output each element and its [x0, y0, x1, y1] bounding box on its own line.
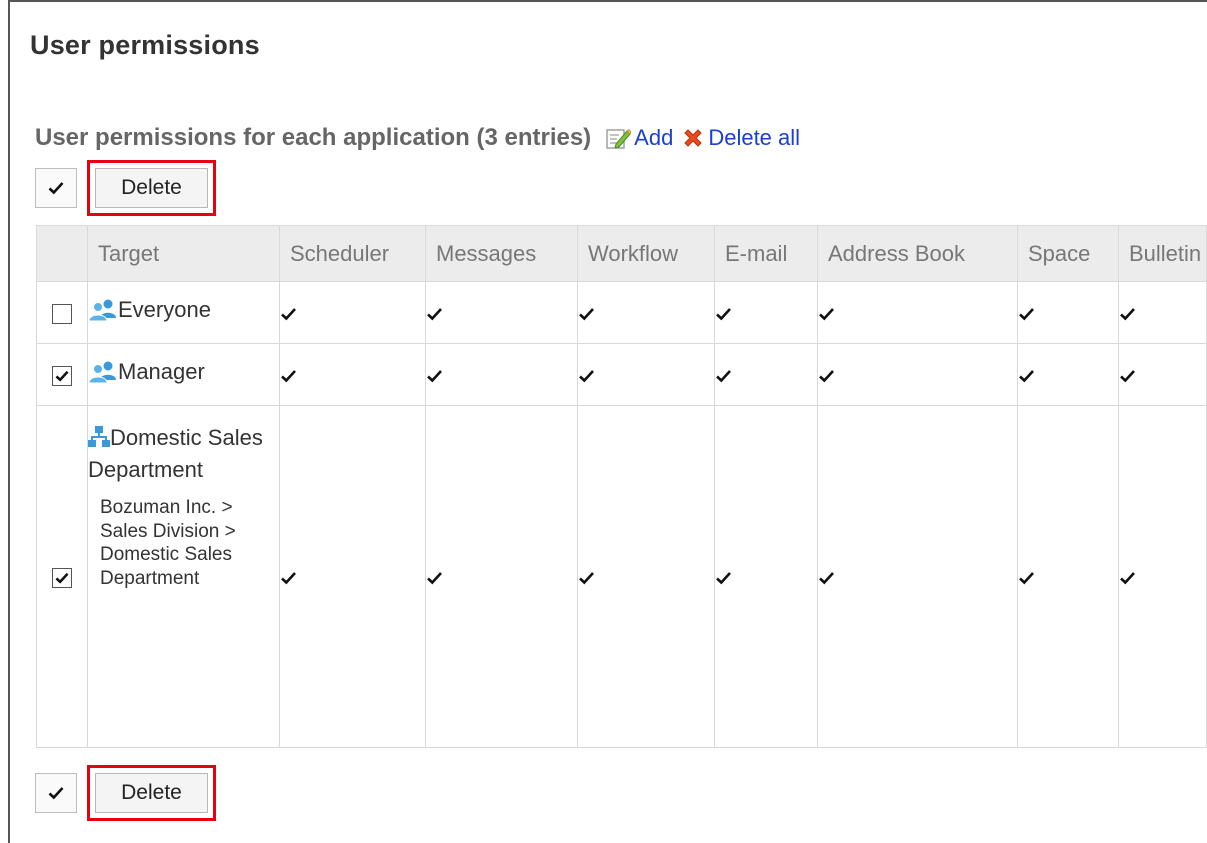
checkmark-icon: [281, 307, 296, 321]
toolbar-top: Delete: [35, 160, 216, 216]
column-header-address-book: Address Book: [817, 225, 1018, 282]
perm-cell: [279, 281, 426, 344]
header-checkbox-col: [36, 225, 88, 282]
column-header-space: Space: [1017, 225, 1119, 282]
row-checkbox[interactable]: [52, 567, 72, 588]
checkmark-icon: [1019, 571, 1034, 585]
checkmark-icon: [281, 369, 296, 383]
row-checkbox-cell: [36, 343, 88, 406]
target-name-block: Domestic Sales Department: [88, 422, 279, 486]
perm-cell: [1118, 405, 1207, 748]
checkmark-icon: [819, 307, 834, 321]
edit-icon: [606, 128, 632, 149]
checkmark-icon: [48, 182, 64, 195]
checkmark-icon: [427, 571, 442, 585]
perm-cell: [1017, 281, 1119, 344]
target-cell: Domestic Sales Department Bozuman Inc. >…: [87, 405, 280, 748]
row-checkbox[interactable]: [52, 303, 72, 324]
checkmark-icon: [579, 571, 594, 585]
column-header-messages: Messages: [425, 225, 578, 282]
delete-button[interactable]: Delete: [95, 168, 208, 208]
checkmark-icon: [716, 369, 731, 383]
checkmark-icon: [716, 571, 731, 585]
perm-cell: [425, 343, 578, 406]
checkmark-icon: [819, 571, 834, 585]
org-path: Bozuman Inc. > Sales Division > Domestic…: [100, 497, 236, 589]
users-group-icon: [88, 361, 116, 384]
perm-cell: [279, 405, 426, 748]
column-header-scheduler: Scheduler: [279, 225, 426, 282]
checkmark-icon: [281, 571, 296, 585]
users-group-icon: [88, 299, 116, 322]
org-chart-icon: [88, 426, 110, 447]
target-cell: Everyone: [87, 281, 280, 344]
perm-cell: [425, 405, 578, 748]
target-name[interactable]: Manager: [118, 359, 205, 385]
page-title: User permissions: [30, 30, 260, 60]
add-link[interactable]: Add: [605, 125, 673, 151]
row-checkbox-cell: [36, 281, 88, 344]
checkmark-icon: [716, 307, 731, 321]
perm-cell: [1017, 405, 1119, 748]
delete-highlight: Delete: [87, 765, 216, 821]
checkmark-icon: [579, 307, 594, 321]
perm-cell: [714, 281, 818, 344]
section-header: User permissions for each application (3…: [35, 120, 800, 156]
toolbar-bottom: Delete: [35, 765, 216, 821]
perm-cell: [1118, 281, 1207, 344]
perm-cell: [577, 281, 715, 344]
checkmark-icon: [427, 369, 442, 383]
perm-cell: [577, 405, 715, 748]
target-cell: Manager: [87, 343, 280, 406]
perm-cell: [817, 343, 1018, 406]
target-name[interactable]: Everyone: [118, 297, 211, 323]
select-all-button[interactable]: [35, 168, 77, 208]
perm-cell: [1118, 343, 1207, 406]
checkmark-icon: [55, 370, 69, 382]
perm-cell: [279, 343, 426, 406]
row-checkbox-cell: [36, 405, 88, 748]
perm-cell: [817, 281, 1018, 344]
row-checkbox[interactable]: [52, 365, 72, 386]
select-all-button[interactable]: [35, 773, 77, 813]
checkmark-icon: [1120, 307, 1135, 321]
checkmark-icon: [1019, 307, 1034, 321]
add-label: Add: [634, 125, 674, 150]
delete-button[interactable]: Delete: [95, 773, 208, 813]
perm-cell: [1017, 343, 1119, 406]
checkmark-icon: [1120, 571, 1135, 585]
perm-cell: [425, 281, 578, 344]
checkmark-icon: [427, 307, 442, 321]
section-title: User permissions for each application (3…: [35, 124, 592, 151]
perm-cell: [714, 343, 818, 406]
table-row: Domestic Sales Department Bozuman Inc. >…: [36, 405, 1207, 748]
checkmark-icon: [579, 369, 594, 383]
table-header-row: Target Scheduler Messages Workflow E-mai…: [36, 225, 1207, 282]
column-header-bulletin: Bulletin: [1118, 225, 1207, 282]
red-x-icon: [684, 129, 703, 147]
table-row: Manager: [36, 343, 1207, 406]
checkmark-icon: [1120, 369, 1135, 383]
table-row: Everyone: [36, 281, 1207, 344]
perm-cell: [577, 343, 715, 406]
checkmark-icon: [48, 787, 64, 800]
perm-cell: [817, 405, 1018, 748]
checkmark-icon: [1019, 369, 1034, 383]
delete-highlight: Delete: [87, 160, 216, 216]
target-name[interactable]: Domestic Sales Department: [88, 425, 263, 482]
delete-all-label: Delete all: [708, 125, 801, 150]
permissions-table: Target Scheduler Messages Workflow E-mai…: [36, 225, 1207, 748]
delete-all-link[interactable]: Delete all: [681, 125, 800, 151]
perm-cell: [714, 405, 818, 748]
checkmark-icon: [819, 369, 834, 383]
column-header-email: E-mail: [714, 225, 818, 282]
column-header-target: Target: [87, 225, 280, 282]
checkmark-icon: [55, 572, 69, 584]
column-header-workflow: Workflow: [577, 225, 715, 282]
